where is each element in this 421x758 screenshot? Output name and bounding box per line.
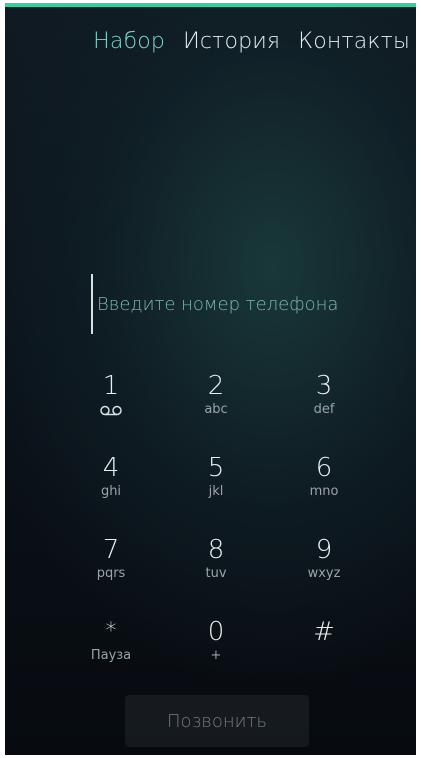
key-digit: 3	[315, 371, 333, 401]
key-letters: wxyz	[307, 566, 341, 581]
key-letters: pqrs	[96, 566, 126, 581]
key-star[interactable]: * Пауза	[66, 617, 156, 681]
key-digit: *	[105, 619, 117, 644]
phone-number-input[interactable]	[97, 293, 387, 315]
key-digit: 9	[315, 535, 333, 565]
key-1[interactable]: 1	[66, 371, 156, 435]
top-accent-line	[5, 3, 416, 7]
key-6[interactable]: 6 mno	[279, 453, 369, 517]
key-hash[interactable]: #	[279, 617, 369, 681]
key-letters: ghi	[100, 484, 122, 499]
key-digit: 4	[102, 453, 120, 483]
key-4[interactable]: 4 ghi	[66, 453, 156, 517]
voicemail-icon	[100, 405, 122, 416]
key-digit: 6	[315, 453, 333, 483]
key-digit: 7	[102, 535, 120, 565]
key-letters: Пауза	[90, 648, 132, 663]
text-cursor	[91, 274, 93, 334]
call-button[interactable]: Позвонить	[125, 695, 309, 747]
key-7[interactable]: 7 pqrs	[66, 535, 156, 599]
phone-number-row	[91, 273, 387, 335]
dialer-tabs: Набор История Контакты	[93, 29, 410, 54]
key-letters: tuv	[205, 566, 227, 581]
key-digit: 0	[207, 617, 225, 647]
key-2[interactable]: 2 abc	[171, 371, 261, 435]
key-letters: jkl	[208, 484, 224, 499]
key-9[interactable]: 9 wxyz	[279, 535, 369, 599]
tab-contacts[interactable]: Контакты	[298, 29, 410, 54]
key-letters: mno	[309, 484, 339, 499]
key-5[interactable]: 5 jkl	[171, 453, 261, 517]
key-letters: +	[210, 648, 222, 663]
key-letters: def	[313, 402, 335, 417]
key-digit: 5	[207, 453, 225, 483]
dialer-screen: Набор История Контакты 1 2 abc 3 def 4	[5, 3, 416, 755]
key-8[interactable]: 8 tuv	[171, 535, 261, 599]
key-digit: #	[313, 617, 335, 647]
key-letters: abc	[204, 402, 228, 417]
key-digit: 1	[102, 371, 120, 401]
key-3[interactable]: 3 def	[279, 371, 369, 435]
key-digit: 8	[207, 535, 225, 565]
tab-dial[interactable]: Набор	[93, 29, 165, 54]
key-0[interactable]: 0 +	[171, 617, 261, 681]
key-digit: 2	[207, 371, 225, 401]
tab-history[interactable]: История	[183, 29, 280, 54]
